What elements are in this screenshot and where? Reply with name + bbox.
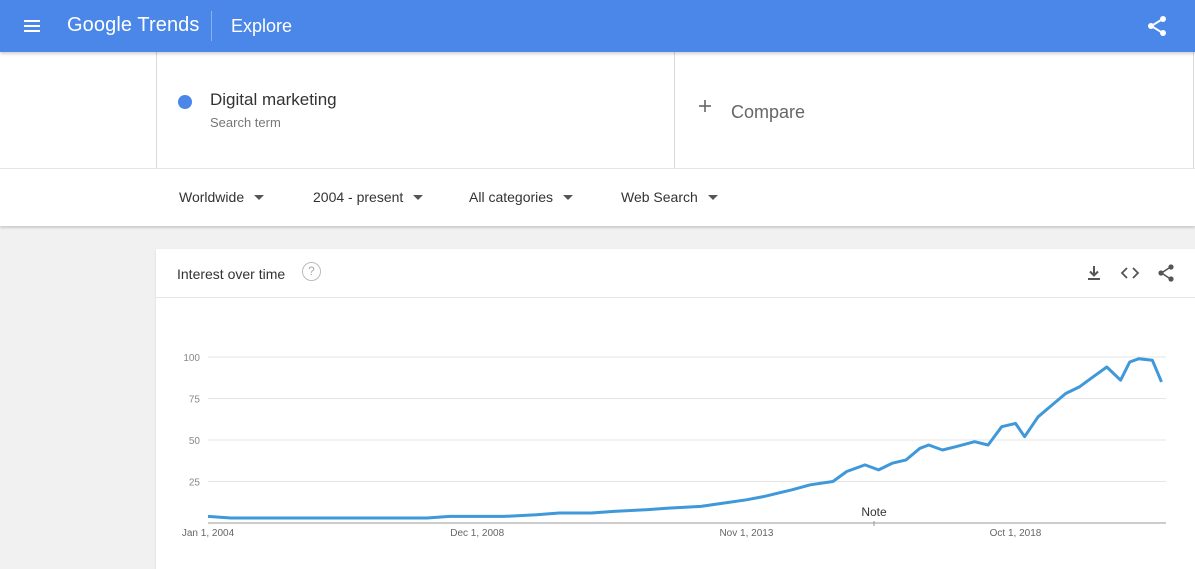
search-term-name[interactable]: Digital marketing (210, 90, 337, 110)
dropdown-arrow-icon (413, 195, 423, 200)
category-dropdown[interactable]: All categories (469, 189, 573, 205)
card-title: Interest over time (177, 266, 285, 282)
region-dropdown[interactable]: Worldwide (179, 189, 264, 205)
header-divider (211, 11, 212, 41)
category-value: All categories (469, 189, 553, 205)
search-type-value: Web Search (621, 189, 698, 205)
plus-icon (697, 98, 713, 114)
chart-svg: 25 50 75 100 Jan 1, 2004 Dec 1, 2008 Nov 1, 20… (156, 298, 1195, 569)
compare-label: Compare (731, 102, 805, 123)
search-term-card[interactable]: Digital marketing Search term (156, 52, 675, 168)
interest-over-time-card: Interest over time ? 25 50 75 100 Jan 1, 200… (156, 249, 1195, 569)
page-title: Explore (231, 14, 292, 38)
filter-bar: Worldwide 2004 - present All categories … (0, 168, 1195, 226)
x-tick-label: Dec 1, 2008 (450, 528, 504, 539)
dropdown-arrow-icon (708, 195, 718, 200)
term-color-dot (178, 95, 192, 109)
y-tick-label: 25 (189, 478, 201, 489)
search-type-dropdown[interactable]: Web Search (621, 189, 718, 205)
x-tick-label: Jan 1, 2004 (182, 528, 235, 539)
share-icon[interactable] (1145, 14, 1169, 38)
y-tick-label: 50 (189, 436, 201, 447)
annotation-note: Note (861, 505, 887, 519)
google-trends-logo[interactable]: Google Trends (67, 12, 200, 38)
dropdown-arrow-icon (254, 195, 264, 200)
time-range-value: 2004 - present (313, 189, 403, 205)
menu-icon[interactable] (20, 14, 44, 38)
series-line (208, 359, 1162, 518)
y-tick-label: 100 (183, 353, 200, 364)
search-term-subtitle: Search term (210, 115, 281, 130)
interest-over-time-chart[interactable]: 25 50 75 100 Jan 1, 2004 Dec 1, 2008 Nov 1, 20… (156, 298, 1195, 569)
region-value: Worldwide (179, 189, 244, 205)
x-tick-label: Nov 1, 2013 (719, 528, 773, 539)
time-range-dropdown[interactable]: 2004 - present (313, 189, 423, 205)
top-app-bar: Google Trends Explore (0, 0, 1195, 52)
x-tick-label: Oct 1, 2018 (990, 528, 1042, 539)
help-icon[interactable]: ? (302, 262, 321, 281)
search-terms-panel: Digital marketing Search term Compare (0, 52, 1195, 168)
share-icon[interactable] (1156, 263, 1176, 283)
compare-button[interactable]: Compare (675, 52, 1194, 168)
card-header: Interest over time ? (156, 249, 1195, 298)
y-tick-label: 75 (189, 395, 201, 406)
download-icon[interactable] (1084, 263, 1104, 283)
dropdown-arrow-icon (563, 195, 573, 200)
embed-icon[interactable] (1120, 263, 1140, 283)
